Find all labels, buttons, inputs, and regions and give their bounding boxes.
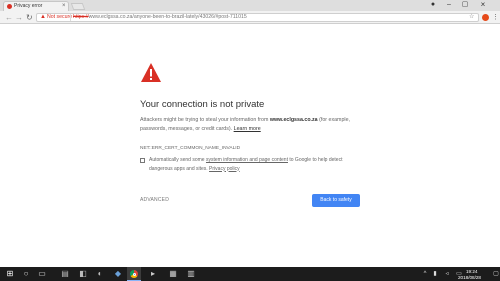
learn-more-link[interactable]: Learn more <box>234 126 261 132</box>
clock-date[interactable]: 2018/08/28 <box>458 275 481 280</box>
optin-before: Automatically send some <box>149 157 206 163</box>
back-to-safety-button[interactable]: Back to safety <box>312 194 360 207</box>
tab-close-icon[interactable]: × <box>62 2 66 10</box>
warning-favicon-icon <box>7 4 12 9</box>
title-bar: Privacy error × ● – ▢ × <box>0 0 500 11</box>
url-scheme: https:// <box>73 14 89 20</box>
url-text[interactable]: https://www.eclgssa.co.za/anyone-been-to… <box>73 14 247 21</box>
chrome-icon-center <box>132 272 136 276</box>
send-info-checkbox[interactable] <box>140 158 145 163</box>
explanation-domain: www.eclgssa.co.za <box>269 117 318 123</box>
system-info-link[interactable]: system information and page content <box>206 157 288 163</box>
error-code[interactable]: NET::ERR_CERT_COMMON_NAME_INVALID <box>140 146 240 151</box>
app-icon[interactable]: ◧ <box>76 267 90 281</box>
warning-triangle-icon[interactable]: ▲ <box>40 14 46 21</box>
search-icon[interactable]: ○ <box>19 267 33 281</box>
interstitial-page: Your connection is not private Attackers… <box>0 24 500 267</box>
extension-icon[interactable] <box>482 14 489 21</box>
close-window-button[interactable]: × <box>476 0 490 10</box>
tab-privacy-error[interactable]: Privacy error × <box>3 1 69 11</box>
big-warning-icon <box>141 63 161 82</box>
explanation-text: Attackers might be trying to steal your … <box>140 116 362 133</box>
maximize-button[interactable]: ▢ <box>458 0 472 10</box>
taskbar: ⊞ ○ ▭ ▤ ◧ ◐ ◆ ▸ ▦ ▥ ^ ▮ ◃ ▭ 19:24 2018/0… <box>0 267 500 281</box>
page-heading: Your connection is not private <box>140 99 265 110</box>
forward-button[interactable]: → <box>15 11 23 24</box>
url-separator <box>70 14 71 21</box>
app-icon[interactable]: ◐ <box>93 267 107 281</box>
privacy-policy-link[interactable]: Privacy policy <box>209 166 240 172</box>
bookmark-star-icon[interactable]: ☆ <box>469 14 474 21</box>
notification-icon[interactable]: ▢ <box>489 267 500 281</box>
tab-title: Privacy error <box>14 3 43 9</box>
calculator-icon[interactable]: ▦ <box>166 267 180 281</box>
url-path: www.eclgssa.co.za/anyone-been-to-brazil-… <box>88 14 247 20</box>
profile-icon[interactable]: ● <box>426 0 440 10</box>
chrome-taskbar-button[interactable] <box>127 267 141 281</box>
optin-text: Automatically send some system informati… <box>149 156 364 173</box>
advanced-button[interactable]: ADVANCED <box>140 197 169 203</box>
minimize-button[interactable]: – <box>442 0 456 10</box>
menu-icon[interactable]: ⋮ <box>492 11 499 24</box>
explanation-before: Attackers might be trying to steal your … <box>140 117 270 123</box>
address-bar[interactable]: ▲ Not secure https://www.eclgssa.co.za/a… <box>36 13 479 22</box>
app-icon[interactable]: ◆ <box>111 267 125 281</box>
browser-toolbar: ← → ↻ ▲ Not secure https://www.eclgssa.c… <box>0 11 500 24</box>
start-button-icon[interactable]: ⊞ <box>3 267 17 281</box>
terminal-icon[interactable]: ▸ <box>146 267 160 281</box>
file-explorer-icon[interactable]: ▤ <box>58 267 72 281</box>
app-icon[interactable]: ▥ <box>184 267 198 281</box>
back-button[interactable]: ← <box>5 11 13 24</box>
clock-time[interactable]: 19:24 <box>466 269 478 274</box>
new-tab-button[interactable] <box>70 3 86 10</box>
not-secure-label[interactable]: Not secure <box>47 14 72 21</box>
task-view-icon[interactable]: ▭ <box>35 267 49 281</box>
reload-button[interactable]: ↻ <box>26 11 33 24</box>
